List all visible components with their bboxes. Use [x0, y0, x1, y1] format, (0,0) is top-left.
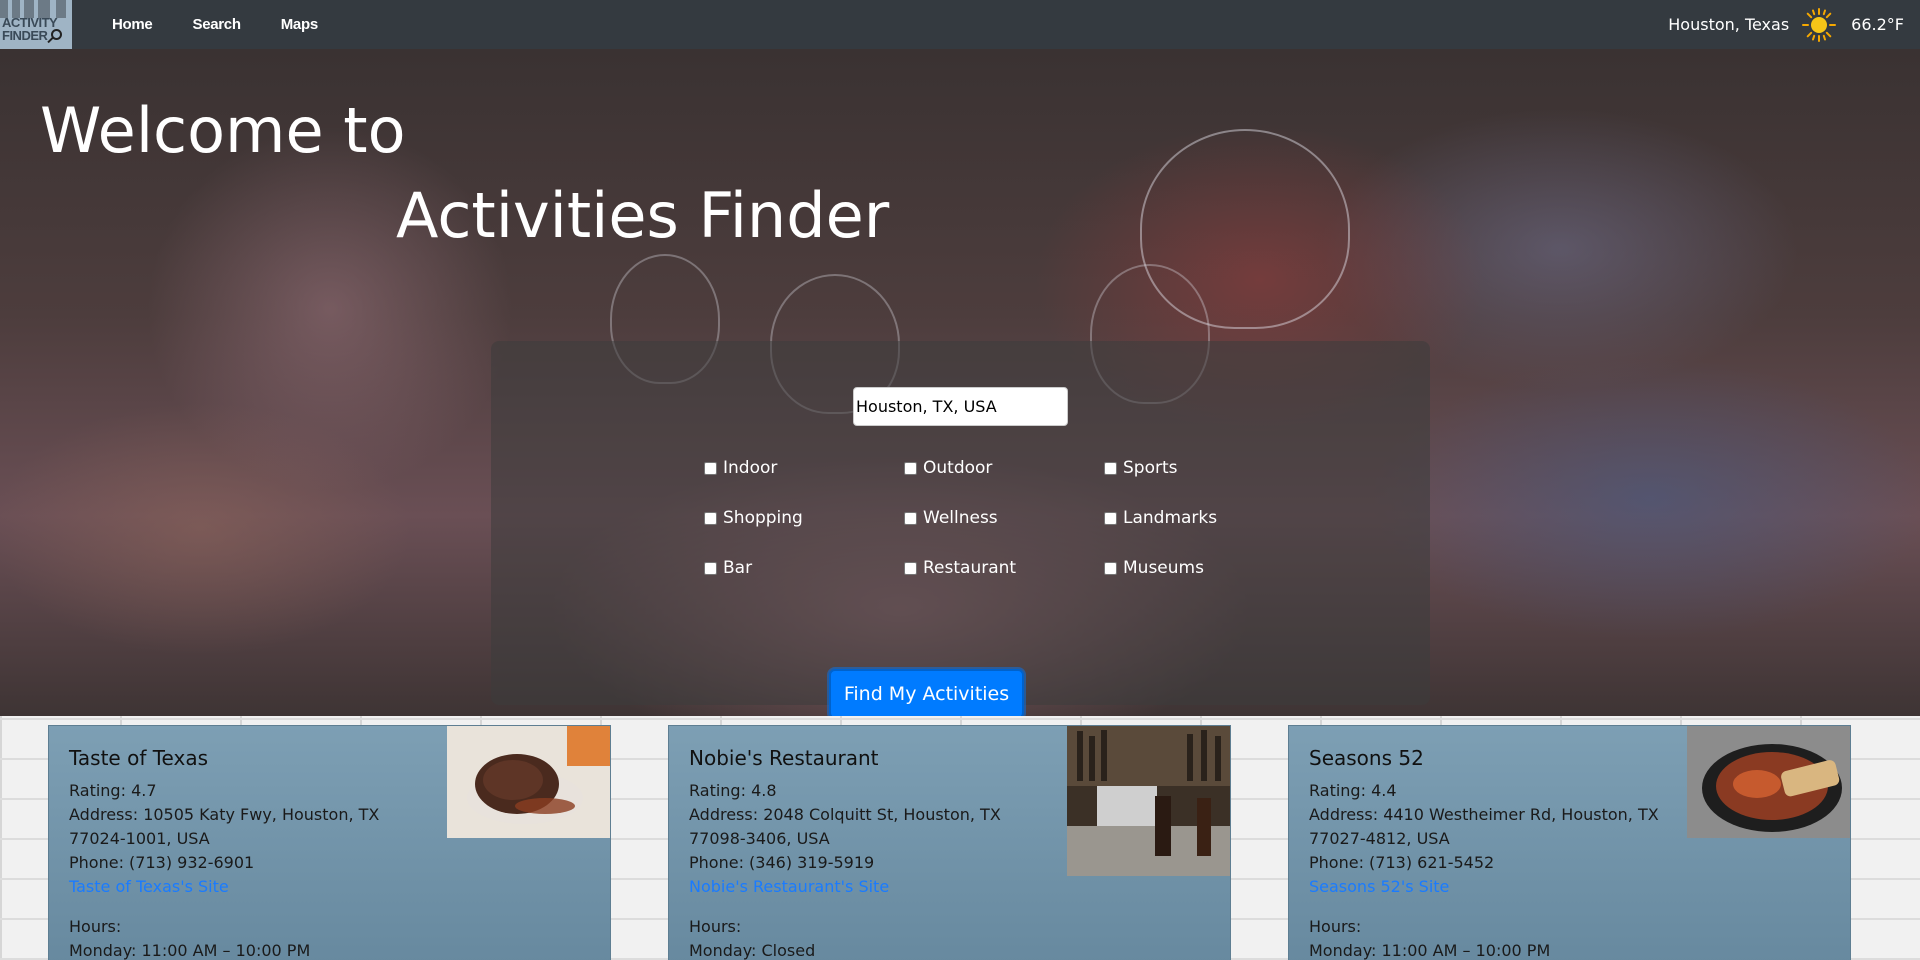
search-panel: Indoor Outdoor Sports Shopping Wellness …: [491, 341, 1430, 716]
category-outdoor[interactable]: Outdoor: [904, 458, 1104, 478]
place-details: Rating: 4.7 Address: 10505 Katy Fwy, Hou…: [69, 779, 439, 960]
category-checkboxes: Indoor Outdoor Sports Shopping Wellness …: [704, 458, 1264, 578]
checkbox[interactable]: [1104, 561, 1117, 575]
place-rating: Rating: 4.8: [689, 781, 777, 800]
place-photo: [447, 726, 610, 838]
place-name: Nobie's Restaurant: [689, 746, 879, 770]
temperature: 66.2°F: [1851, 15, 1904, 34]
category-landmarks[interactable]: Landmarks: [1104, 508, 1264, 528]
navbar: ACTIVITY FINDER Home Search Maps Houston…: [0, 0, 1920, 49]
hero-section: Welcome to Activities Finder Indoor Outd…: [0, 49, 1920, 716]
checkbox[interactable]: [1104, 461, 1117, 475]
category-label: Landmarks: [1123, 508, 1218, 528]
place-phone: Phone: (713) 932-6901: [69, 853, 255, 872]
place-photo: [1067, 726, 1230, 876]
nav-home-link[interactable]: Home: [92, 16, 172, 33]
place-site-link[interactable]: Taste of Texas's Site: [69, 875, 439, 899]
category-sports[interactable]: Sports: [1104, 458, 1264, 478]
checkbox[interactable]: [904, 511, 917, 525]
location-input[interactable]: [853, 387, 1068, 426]
steak-image: [447, 726, 610, 838]
current-location: Houston, Texas: [1668, 15, 1790, 34]
checkbox[interactable]: [904, 561, 917, 575]
category-label: Sports: [1123, 458, 1178, 478]
checkbox[interactable]: [704, 461, 717, 475]
weather-widget: Houston, Texas 66.2°F: [1668, 7, 1920, 43]
nav-maps-link[interactable]: Maps: [261, 16, 338, 33]
place-rating: Rating: 4.7: [69, 781, 157, 800]
checkbox[interactable]: [1104, 511, 1117, 525]
category-label: Bar: [723, 558, 753, 578]
hero-title-line1: Welcome to: [40, 94, 406, 167]
category-label: Museums: [1123, 558, 1204, 578]
find-activities-button[interactable]: Find My Activities: [829, 669, 1024, 716]
category-shopping[interactable]: Shopping: [704, 508, 904, 528]
place-site-link[interactable]: Nobie's Restaurant's Site: [689, 875, 1059, 899]
place-address: Address: 10505 Katy Fwy, Houston, TX 770…: [69, 805, 380, 848]
category-label: Shopping: [723, 508, 803, 528]
hours-monday: Monday: Closed: [689, 941, 816, 960]
activity-finder-logo[interactable]: ACTIVITY FINDER: [0, 0, 72, 49]
category-label: Restaurant: [923, 558, 1017, 578]
bar-interior-image: [1067, 726, 1230, 876]
magnifier-icon: [51, 29, 62, 40]
place-photo: [1687, 726, 1850, 838]
place-site-link[interactable]: Seasons 52's Site: [1309, 875, 1679, 899]
place-rating: Rating: 4.4: [1309, 781, 1397, 800]
category-indoor[interactable]: Indoor: [704, 458, 904, 478]
nav-links: Home Search Maps: [92, 16, 338, 33]
category-label: Wellness: [923, 508, 998, 528]
hours-label: Hours:: [1309, 917, 1362, 936]
place-address: Address: 4410 Westheimer Rd, Houston, TX…: [1309, 805, 1659, 848]
place-name: Seasons 52: [1309, 746, 1424, 770]
place-name: Taste of Texas: [69, 746, 209, 770]
place-address: Address: 2048 Colquitt St, Houston, TX 7…: [689, 805, 1001, 848]
hero-title-line2: Activities Finder: [396, 179, 890, 252]
result-card: Nobie's Restaurant Rating: 4.8 Address: …: [668, 725, 1231, 960]
place-phone: Phone: (346) 319-5919: [689, 853, 875, 872]
checkbox[interactable]: [704, 561, 717, 575]
result-card: Seasons 52 Rating: 4.4 Address: 4410 Wes…: [1288, 725, 1851, 960]
hours-monday: Monday: 11:00 AM – 10:00 PM: [1309, 941, 1551, 960]
sun-icon: [1802, 7, 1837, 42]
category-label: Indoor: [723, 458, 778, 478]
result-card: Taste of Texas Rating: 4.7 Address: 1050…: [48, 725, 611, 960]
nav-search-link[interactable]: Search: [172, 16, 260, 33]
hours-label: Hours:: [689, 917, 742, 936]
hours-label: Hours:: [69, 917, 122, 936]
checkbox[interactable]: [704, 511, 717, 525]
checkbox[interactable]: [904, 461, 917, 475]
skillet-dish-image: [1687, 726, 1850, 838]
place-details: Rating: 4.4 Address: 4410 Westheimer Rd,…: [1309, 779, 1679, 960]
category-wellness[interactable]: Wellness: [904, 508, 1104, 528]
place-phone: Phone: (713) 621-5452: [1309, 853, 1495, 872]
category-label: Outdoor: [923, 458, 993, 478]
category-bar[interactable]: Bar: [704, 558, 904, 578]
logo-text-line2: FINDER: [2, 28, 48, 43]
category-restaurant[interactable]: Restaurant: [904, 558, 1104, 578]
results-list: Taste of Texas Rating: 4.7 Address: 1050…: [0, 725, 1920, 960]
category-museums[interactable]: Museums: [1104, 558, 1264, 578]
hours-monday: Monday: 11:00 AM – 10:00 PM: [69, 941, 311, 960]
place-details: Rating: 4.8 Address: 2048 Colquitt St, H…: [689, 779, 1059, 960]
